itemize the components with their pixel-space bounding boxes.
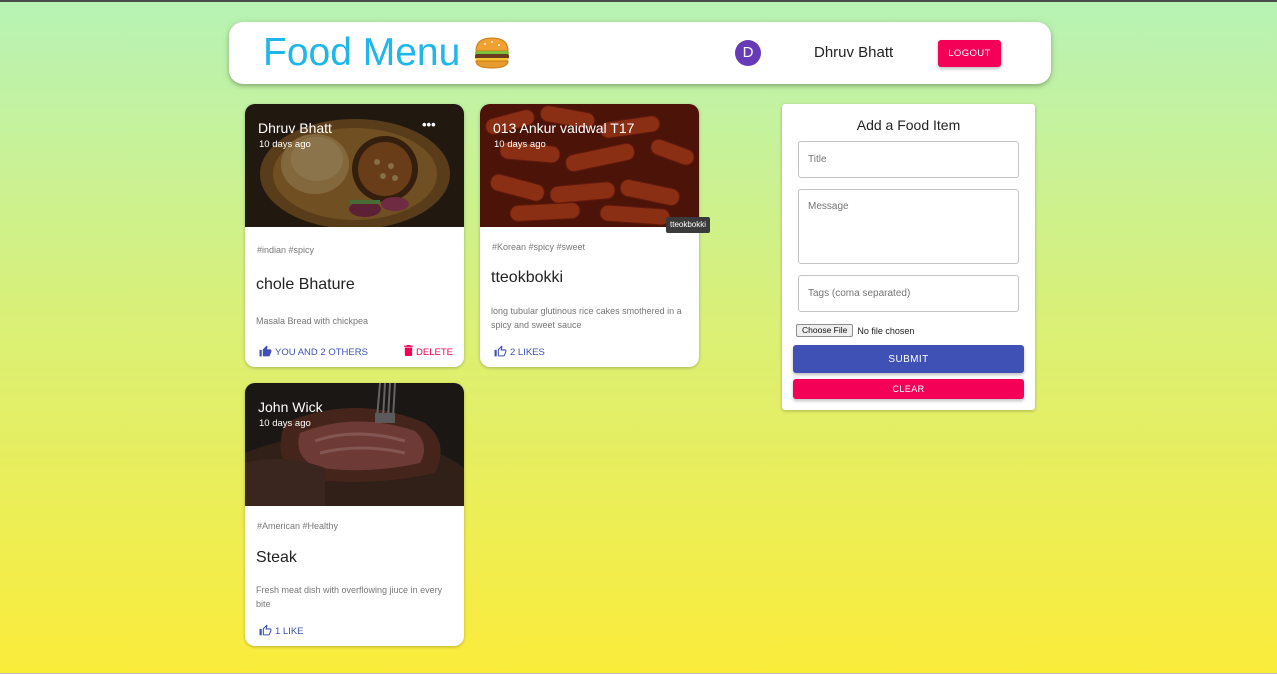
post-card[interactable]: John Wick 10 days ago #American #Healthy… [245,383,464,646]
app-title: Food Menu [263,31,461,74]
post-card[interactable]: 013 Ankur vaidwal T17 10 days ago #Korea… [480,104,699,367]
post-author: John Wick [258,399,323,415]
thumb-up-outline-icon [494,345,507,360]
file-picker: Choose File No file chosen [796,324,914,337]
post-title: Steak [256,549,297,566]
delete-button[interactable]: Delete [404,345,453,359]
post-card[interactable]: Dhruv Bhatt 10 days ago ••• #indian #spi… [245,104,464,367]
post-tags: #American #Healthy [257,521,339,531]
window-top-border [0,0,1277,2]
like-label: 2 Likes [510,347,545,358]
post-author: Dhruv Bhatt [258,120,332,136]
post-title: tteokbokki [491,269,564,286]
like-label: 1 Like [275,626,304,637]
logout-button[interactable]: Logout [938,40,1001,67]
form-heading: Add a Food Item [856,117,961,133]
thumb-up-icon [259,345,272,360]
user-name: Dhruv Bhatt [814,44,894,61]
post-tags: #indian #spicy [257,245,315,255]
clear-button[interactable]: Clear [793,379,1024,399]
like-button[interactable]: 1 Like [259,624,304,639]
like-button[interactable]: 2 Likes [494,345,545,360]
post-message: Masala Bread with chickpea [256,316,369,326]
image-tooltip: tteokbokki [666,217,711,233]
app-bar: Food Menu D Dhruv Bhatt Logout [229,22,1051,84]
post-time: 10 days ago [259,418,311,429]
choose-file-button[interactable]: Choose File [796,324,854,337]
avatar[interactable]: D [735,40,761,66]
post-time: 10 days ago [494,139,546,150]
title-field[interactable] [798,141,1019,178]
post-message: long tubular glutinous rice cakes smothe… [491,306,682,330]
post-message: Fresh meat dish with overflowing jiuce i… [256,585,443,609]
tags-field[interactable] [798,275,1019,312]
like-label: You and 2 others [275,347,368,358]
message-field[interactable] [798,189,1019,264]
thumb-up-outline-icon [259,624,272,639]
burger-icon [472,36,512,70]
more-options-icon[interactable]: ••• [422,117,436,132]
trash-icon [404,345,413,359]
post-title: chole Bhature [256,276,355,293]
delete-label: Delete [416,346,453,358]
submit-button[interactable]: Submit [793,345,1024,373]
post-tags: #Korean #spicy #sweet [492,242,586,252]
like-button[interactable]: You and 2 others [259,345,368,360]
file-status: No file chosen [857,325,915,336]
post-time: 10 days ago [259,139,311,150]
add-food-form: Add a Food Item Choose File No file chos… [782,104,1035,410]
post-author: 013 Ankur vaidwal T17 [493,120,635,136]
